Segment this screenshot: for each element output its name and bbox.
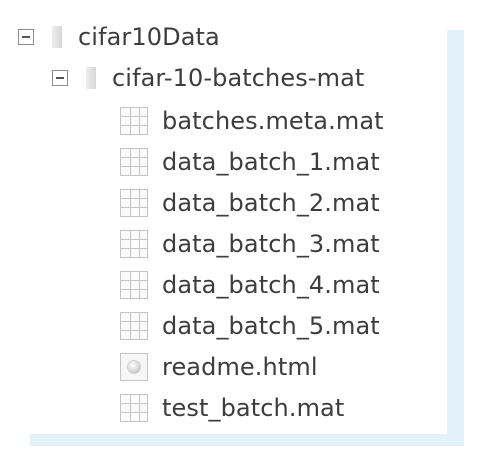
mat-file-icon [120, 189, 148, 217]
mat-file-icon [120, 230, 148, 258]
file-tree: cifar10Data cifar-10-batches-mat batches… [0, 0, 478, 463]
tree-file-data-batch-2[interactable]: data_batch_2.mat [120, 186, 380, 220]
folder-icon [48, 26, 66, 48]
mat-file-icon [120, 271, 148, 299]
collapse-toggle-icon[interactable] [52, 70, 68, 86]
tree-file-batches-meta[interactable]: batches.meta.mat [120, 104, 384, 138]
horizontal-scroll-strip[interactable] [30, 434, 464, 446]
mat-file-icon [120, 312, 148, 340]
folder-icon [82, 67, 100, 89]
tree-node-label: cifar10Data [78, 23, 220, 51]
file-label: data_batch_4.mat [162, 271, 380, 299]
vertical-scroll-strip[interactable] [447, 30, 464, 446]
file-label: data_batch_2.mat [162, 189, 380, 217]
file-label: test_batch.mat [162, 394, 345, 422]
file-label: data_batch_3.mat [162, 230, 380, 258]
tree-file-data-batch-3[interactable]: data_batch_3.mat [120, 227, 380, 261]
file-label: readme.html [162, 353, 318, 381]
mat-file-icon [120, 394, 148, 422]
tree-file-data-batch-1[interactable]: data_batch_1.mat [120, 145, 380, 179]
tree-file-data-batch-4[interactable]: data_batch_4.mat [120, 268, 380, 302]
file-label: batches.meta.mat [162, 107, 384, 135]
tree-node-label: cifar-10-batches-mat [112, 64, 365, 92]
mat-file-icon [120, 107, 148, 135]
mat-file-icon [120, 148, 148, 176]
tree-node-cifar-10-batches-mat[interactable]: cifar-10-batches-mat [52, 61, 364, 95]
tree-node-cifar10data[interactable]: cifar10Data [18, 20, 220, 54]
collapse-toggle-icon[interactable] [18, 29, 34, 45]
html-file-icon [120, 353, 148, 381]
tree-file-test-batch[interactable]: test_batch.mat [120, 391, 344, 425]
file-label: data_batch_5.mat [162, 312, 380, 340]
file-label: data_batch_1.mat [162, 148, 380, 176]
tree-file-readme[interactable]: readme.html [120, 350, 318, 384]
tree-file-data-batch-5[interactable]: data_batch_5.mat [120, 309, 380, 343]
